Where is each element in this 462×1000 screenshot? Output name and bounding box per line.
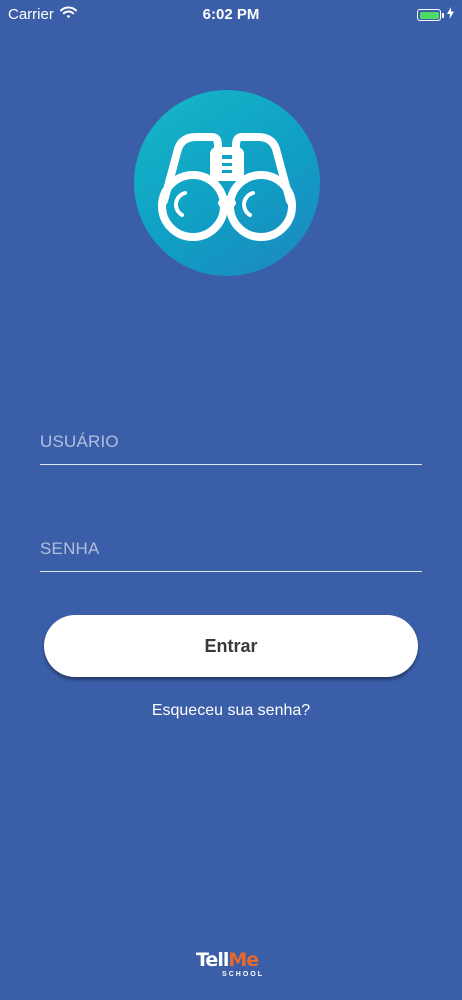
forgot-password-link[interactable]: Esqueceu sua senha? bbox=[0, 702, 462, 720]
brand-logo: TellMe SCHOOL bbox=[196, 950, 268, 978]
brand-name-part-2: Me bbox=[228, 949, 259, 971]
username-field-container bbox=[40, 420, 422, 465]
battery-icon bbox=[417, 6, 454, 24]
status-time: 6:02 PM bbox=[202, 6, 260, 23]
status-bar: Carrier 6:02 PM bbox=[0, 0, 462, 30]
binoculars-icon bbox=[158, 133, 296, 241]
submit-button[interactable]: Entrar bbox=[44, 615, 418, 677]
brand-name-part-1: Tell bbox=[196, 949, 229, 971]
brand-name: TellMe bbox=[196, 950, 268, 970]
password-input[interactable] bbox=[40, 527, 422, 571]
brand-subtitle: SCHOOL bbox=[222, 971, 264, 978]
app-logo bbox=[134, 90, 320, 276]
bolt-icon bbox=[447, 6, 454, 24]
username-input[interactable] bbox=[40, 420, 422, 464]
password-field-container bbox=[40, 527, 422, 572]
